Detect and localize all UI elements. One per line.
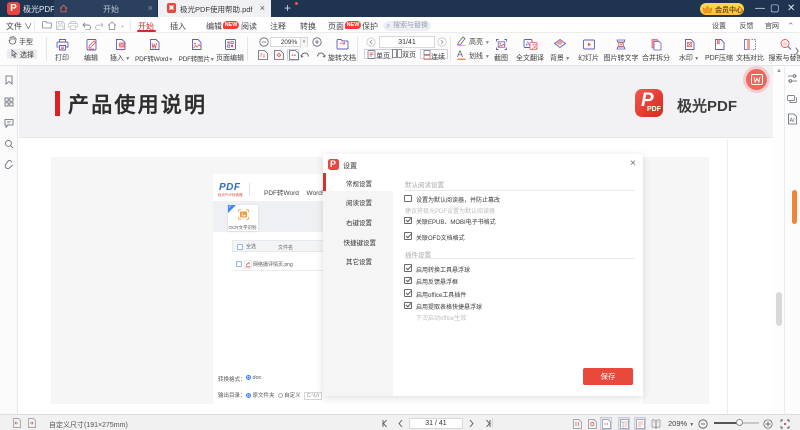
svg-text:A: A	[457, 49, 463, 59]
svg-text:AI: AI	[790, 118, 796, 124]
svg-text:文: 文	[531, 42, 537, 50]
